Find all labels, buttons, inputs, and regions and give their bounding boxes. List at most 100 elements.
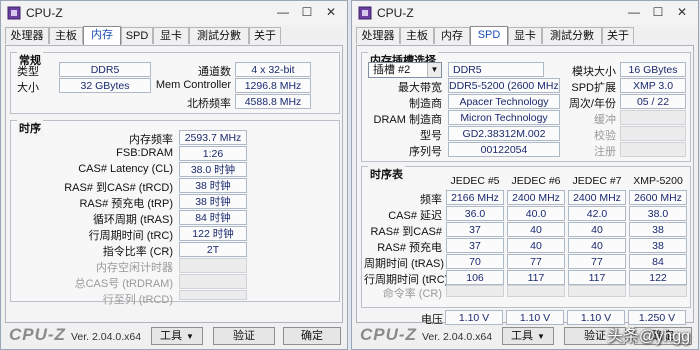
tools-button-label: 工具 xyxy=(160,330,183,342)
general-group: 常规 类型 DDR5 大小 32 GBytes 通道数 4 x 32-bit M… xyxy=(10,52,340,114)
close-icon[interactable]: ✕ xyxy=(323,4,339,20)
dram-mfr-label: DRAM 制造商 xyxy=(373,114,442,126)
validate-button[interactable]: 验证 xyxy=(213,327,275,345)
tab-about[interactable]: 关于 xyxy=(602,27,634,44)
table-cell xyxy=(629,285,687,297)
tab-bench[interactable]: 測試分數 xyxy=(542,27,602,44)
tab-memory[interactable]: 内存 xyxy=(83,26,121,45)
ok-button[interactable]: 确定 xyxy=(283,327,341,345)
maximize-icon[interactable]: ☐ xyxy=(650,4,666,20)
table-cell: 40.0 xyxy=(507,206,565,221)
col-header: JEDEC #6 xyxy=(511,175,561,187)
tab-bench[interactable]: 測試分數 xyxy=(189,27,249,44)
max-bandwidth-value: DDR5-5200 (2600 MHz) xyxy=(448,78,560,93)
tools-button[interactable]: 工具 ▼ xyxy=(151,327,203,345)
slot-select-value: 插槽 #2 xyxy=(373,64,411,76)
table-cell: 117 xyxy=(568,270,626,285)
tools-button-label: 工具 xyxy=(511,330,534,342)
table-cell: 117 xyxy=(507,270,565,285)
tab-spd[interactable]: SPD xyxy=(470,26,508,45)
minimize-icon[interactable]: — xyxy=(275,4,291,20)
week-year-value: 05 / 22 xyxy=(620,94,686,109)
spd-ext-label: SPD扩展 xyxy=(571,82,616,94)
tab-bar: 处理器 主板 内存 SPD 显卡 測試分數 关于 xyxy=(356,26,694,45)
module-size-label: 模块大小 xyxy=(572,66,616,78)
chevron-down-icon: ▼ xyxy=(537,332,545,341)
module-size-value: 16 GBytes xyxy=(620,62,686,77)
tab-about[interactable]: 关于 xyxy=(249,27,281,44)
trcd-label: RAS# 到CAS# (tRCD) xyxy=(64,182,173,194)
footer: CPU-Z Ver. 2.04.0.x64 工具 ▼ 验证 确定 xyxy=(1,323,347,349)
buffered-value xyxy=(620,110,686,125)
row-to-col-value xyxy=(179,290,247,300)
trp-value: 38 时钟 xyxy=(179,194,247,209)
trdram-label: 总CAS号 (tRDRAM) xyxy=(74,278,173,290)
correction-label: 校验 xyxy=(594,130,616,142)
size-value: 32 GBytes xyxy=(59,78,151,93)
tras-value: 84 时钟 xyxy=(179,210,247,225)
cpuz-logo: CPU-Z xyxy=(9,325,66,344)
table-cell: 2166 MHz xyxy=(446,190,504,205)
row-label: CAS# 延迟 xyxy=(388,210,442,222)
mem-type-value: DDR5 xyxy=(448,62,544,77)
max-bandwidth-label: 最大带宽 xyxy=(398,82,442,94)
slot-select[interactable]: 插槽 #2 ▼ xyxy=(368,62,442,78)
window-title: CPU-Z xyxy=(377,6,414,20)
fsb-dram-value: 1:26 xyxy=(179,146,247,161)
watermark: 头条@yhgg xyxy=(607,328,690,345)
tab-memory[interactable]: 内存 xyxy=(434,27,470,44)
table-cell: 84 xyxy=(629,254,687,269)
row-label: 周期时间 (tRAS) xyxy=(364,258,445,270)
correction-value xyxy=(620,126,686,141)
table-cell: 40 xyxy=(568,222,626,237)
maximize-icon[interactable]: ☐ xyxy=(299,4,315,20)
tab-graphics[interactable]: 显卡 xyxy=(153,27,189,44)
tras-label: 循环周期 (tRAS) xyxy=(92,214,173,226)
trcd-value: 38 时钟 xyxy=(179,178,247,193)
trdram-value xyxy=(179,274,247,289)
tools-button[interactable]: 工具 ▼ xyxy=(502,327,554,345)
trc-label: 行周期时间 (tRC) xyxy=(88,230,173,242)
tab-mainboard[interactable]: 主板 xyxy=(400,27,434,44)
cas-latency-value: 38.0 时钟 xyxy=(179,162,247,177)
tab-graphics[interactable]: 显卡 xyxy=(508,27,542,44)
dram-mfr-value: Micron Technology xyxy=(448,110,560,125)
col-header: JEDEC #5 xyxy=(450,175,500,187)
table-cell: 40 xyxy=(507,222,565,237)
table-cell: 38 xyxy=(629,238,687,253)
timings-table-group: 时序表 JEDEC #5 JEDEC #6 JEDEC #7 XMP-5200 … xyxy=(361,166,691,308)
cpuz-app-icon xyxy=(7,6,21,20)
table-cell: 38 xyxy=(629,222,687,237)
cpuz-app-icon xyxy=(358,6,372,20)
cpuz-logo: CPU-Z xyxy=(360,325,417,344)
version-text: Ver. 2.04.0.x64 xyxy=(422,331,493,343)
nb-freq-value: 4588.8 MHz xyxy=(235,94,311,109)
part-number-value: GD2.38312M.002 xyxy=(448,126,560,141)
size-label: 大小 xyxy=(17,82,39,94)
manufacturer-value: Apacer Technology xyxy=(448,94,560,109)
part-number-label: 型号 xyxy=(420,130,442,142)
minimize-icon[interactable]: — xyxy=(626,4,642,20)
cr-value: 2T xyxy=(179,242,247,257)
title-bar[interactable]: CPU-Z — ☐ ✕ xyxy=(1,1,347,25)
dram-freq-value: 2593.7 MHz xyxy=(179,130,247,145)
row-label: RAS# 预充电 xyxy=(377,242,442,254)
chevron-down-icon[interactable]: ▼ xyxy=(427,63,441,77)
table-cell: 42.0 xyxy=(568,206,626,221)
tab-spd[interactable]: SPD xyxy=(121,27,153,44)
cr-label: 指令比率 (CR) xyxy=(102,246,173,258)
close-icon[interactable]: ✕ xyxy=(674,4,690,20)
tab-mainboard[interactable]: 主板 xyxy=(49,27,83,44)
tab-cpu[interactable]: 处理器 xyxy=(356,27,400,44)
title-bar[interactable]: CPU-Z — ☐ ✕ xyxy=(352,1,698,25)
table-cell: 2600 MHz xyxy=(629,190,687,205)
chevron-down-icon: ▼ xyxy=(186,332,194,341)
version-text: Ver. 2.04.0.x64 xyxy=(71,331,142,343)
channels-value: 4 x 32-bit xyxy=(235,62,311,77)
tab-cpu[interactable]: 处理器 xyxy=(5,27,49,44)
dram-freq-label: 内存频率 xyxy=(129,134,173,146)
table-cell: 36.0 xyxy=(446,206,504,221)
type-label: 类型 xyxy=(17,66,39,78)
serial-value: 00122054 xyxy=(448,142,560,157)
table-cell xyxy=(507,285,565,297)
